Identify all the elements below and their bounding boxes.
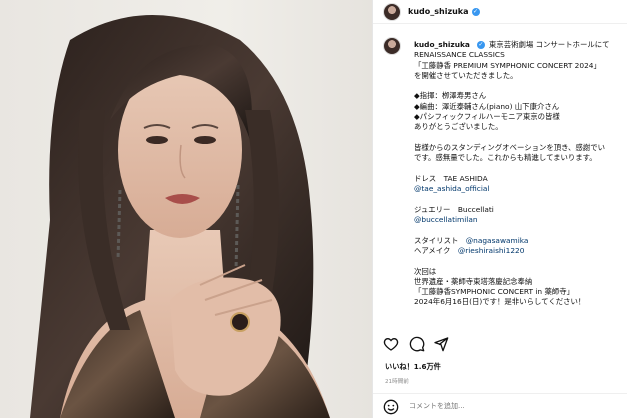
caption-line: です。感無量でした。これからも精進してまいります。 <box>414 153 597 163</box>
caption-line: ヘアメイク @rieshiraishi1220 <box>414 245 525 255</box>
caption-line: 2024年6月16日(日)です！是非いらしてください！ <box>414 297 586 307</box>
post-actions <box>373 334 627 356</box>
caption-line: ◆パシフィックフィルハーモニア東京の皆様 <box>414 112 560 122</box>
caption-line: スタイリスト @nagasawamika <box>414 235 529 245</box>
caption-line: 次回は <box>414 266 437 276</box>
post-side-panel: kudo_shizuka ✓ kudo_shizuka ✓ 東京芸術劇場 コンサート… <box>372 0 627 418</box>
post-caption: kudo_shizuka ✓ 東京芸術劇場 コンサートホールにて RENAISSAN… <box>373 32 627 334</box>
caption-avatar[interactable] <box>383 37 401 55</box>
header-username[interactable]: kudo_shizuka <box>408 7 469 16</box>
likes-count[interactable]: いいね！1.6万件 <box>385 362 441 372</box>
mention-link[interactable]: @rieshiraishi1220 <box>458 246 525 255</box>
post-timestamp[interactable]: 21時間前 <box>385 377 409 385</box>
caption-line: 皆様からのスタンディングオベーションを頂き、感謝でい <box>414 142 605 152</box>
caption-line: RENAISSANCE CLASSICS <box>414 50 505 60</box>
comment-bubble-icon[interactable] <box>409 336 425 352</box>
caption-line: ◆指揮：栁澤寿男さん <box>414 91 487 101</box>
caption-line: 「工藤静香 PREMIUM SYMPHONIC CONCERT 2024」 <box>414 60 601 70</box>
comment-bar <box>373 393 627 418</box>
post-header: kudo_shizuka ✓ <box>373 0 627 24</box>
post-photo[interactable] <box>0 0 372 418</box>
caption-username[interactable]: kudo_shizuka <box>414 40 470 49</box>
caption-line: 東京芸術劇場 コンサートホールにて <box>488 40 610 49</box>
caption-line[interactable]: @buccellatimilan <box>414 215 478 224</box>
caption-text: kudo_shizuka ✓ 東京芸術劇場 コンサートホールにて RENAISSAN… <box>414 40 624 308</box>
caption-line: ジュエリー Buccellati <box>414 204 494 214</box>
heart-icon[interactable] <box>383 336 399 352</box>
verified-badge-icon: ✓ <box>471 7 480 16</box>
mention-link[interactable]: @nagasawamika <box>466 236 529 245</box>
caption-line: ドレス TAE ASHIDA <box>414 173 488 183</box>
smiley-icon[interactable] <box>383 399 399 415</box>
avatar[interactable] <box>383 2 401 21</box>
caption-line: を開催させていただきました。 <box>414 70 518 80</box>
portrait-illustration <box>30 15 330 418</box>
comment-input[interactable] <box>409 399 609 413</box>
caption-line: ◆編曲：澤近泰輔さん(piano) 山下康介さん <box>414 101 560 111</box>
caption-line: ありがとうございました。 <box>414 122 503 132</box>
paper-plane-icon[interactable] <box>433 336 449 352</box>
caption-line: 世界遺産・薬師寺東塔落慶記念奉納 <box>414 276 533 286</box>
caption-line: 「工藤静香SYMPHONIC CONCERT in 薬師寺」 <box>414 287 575 297</box>
caption-line[interactable]: @tae_ashida_official <box>414 184 489 193</box>
verified-badge-icon: ✓ <box>476 40 485 49</box>
